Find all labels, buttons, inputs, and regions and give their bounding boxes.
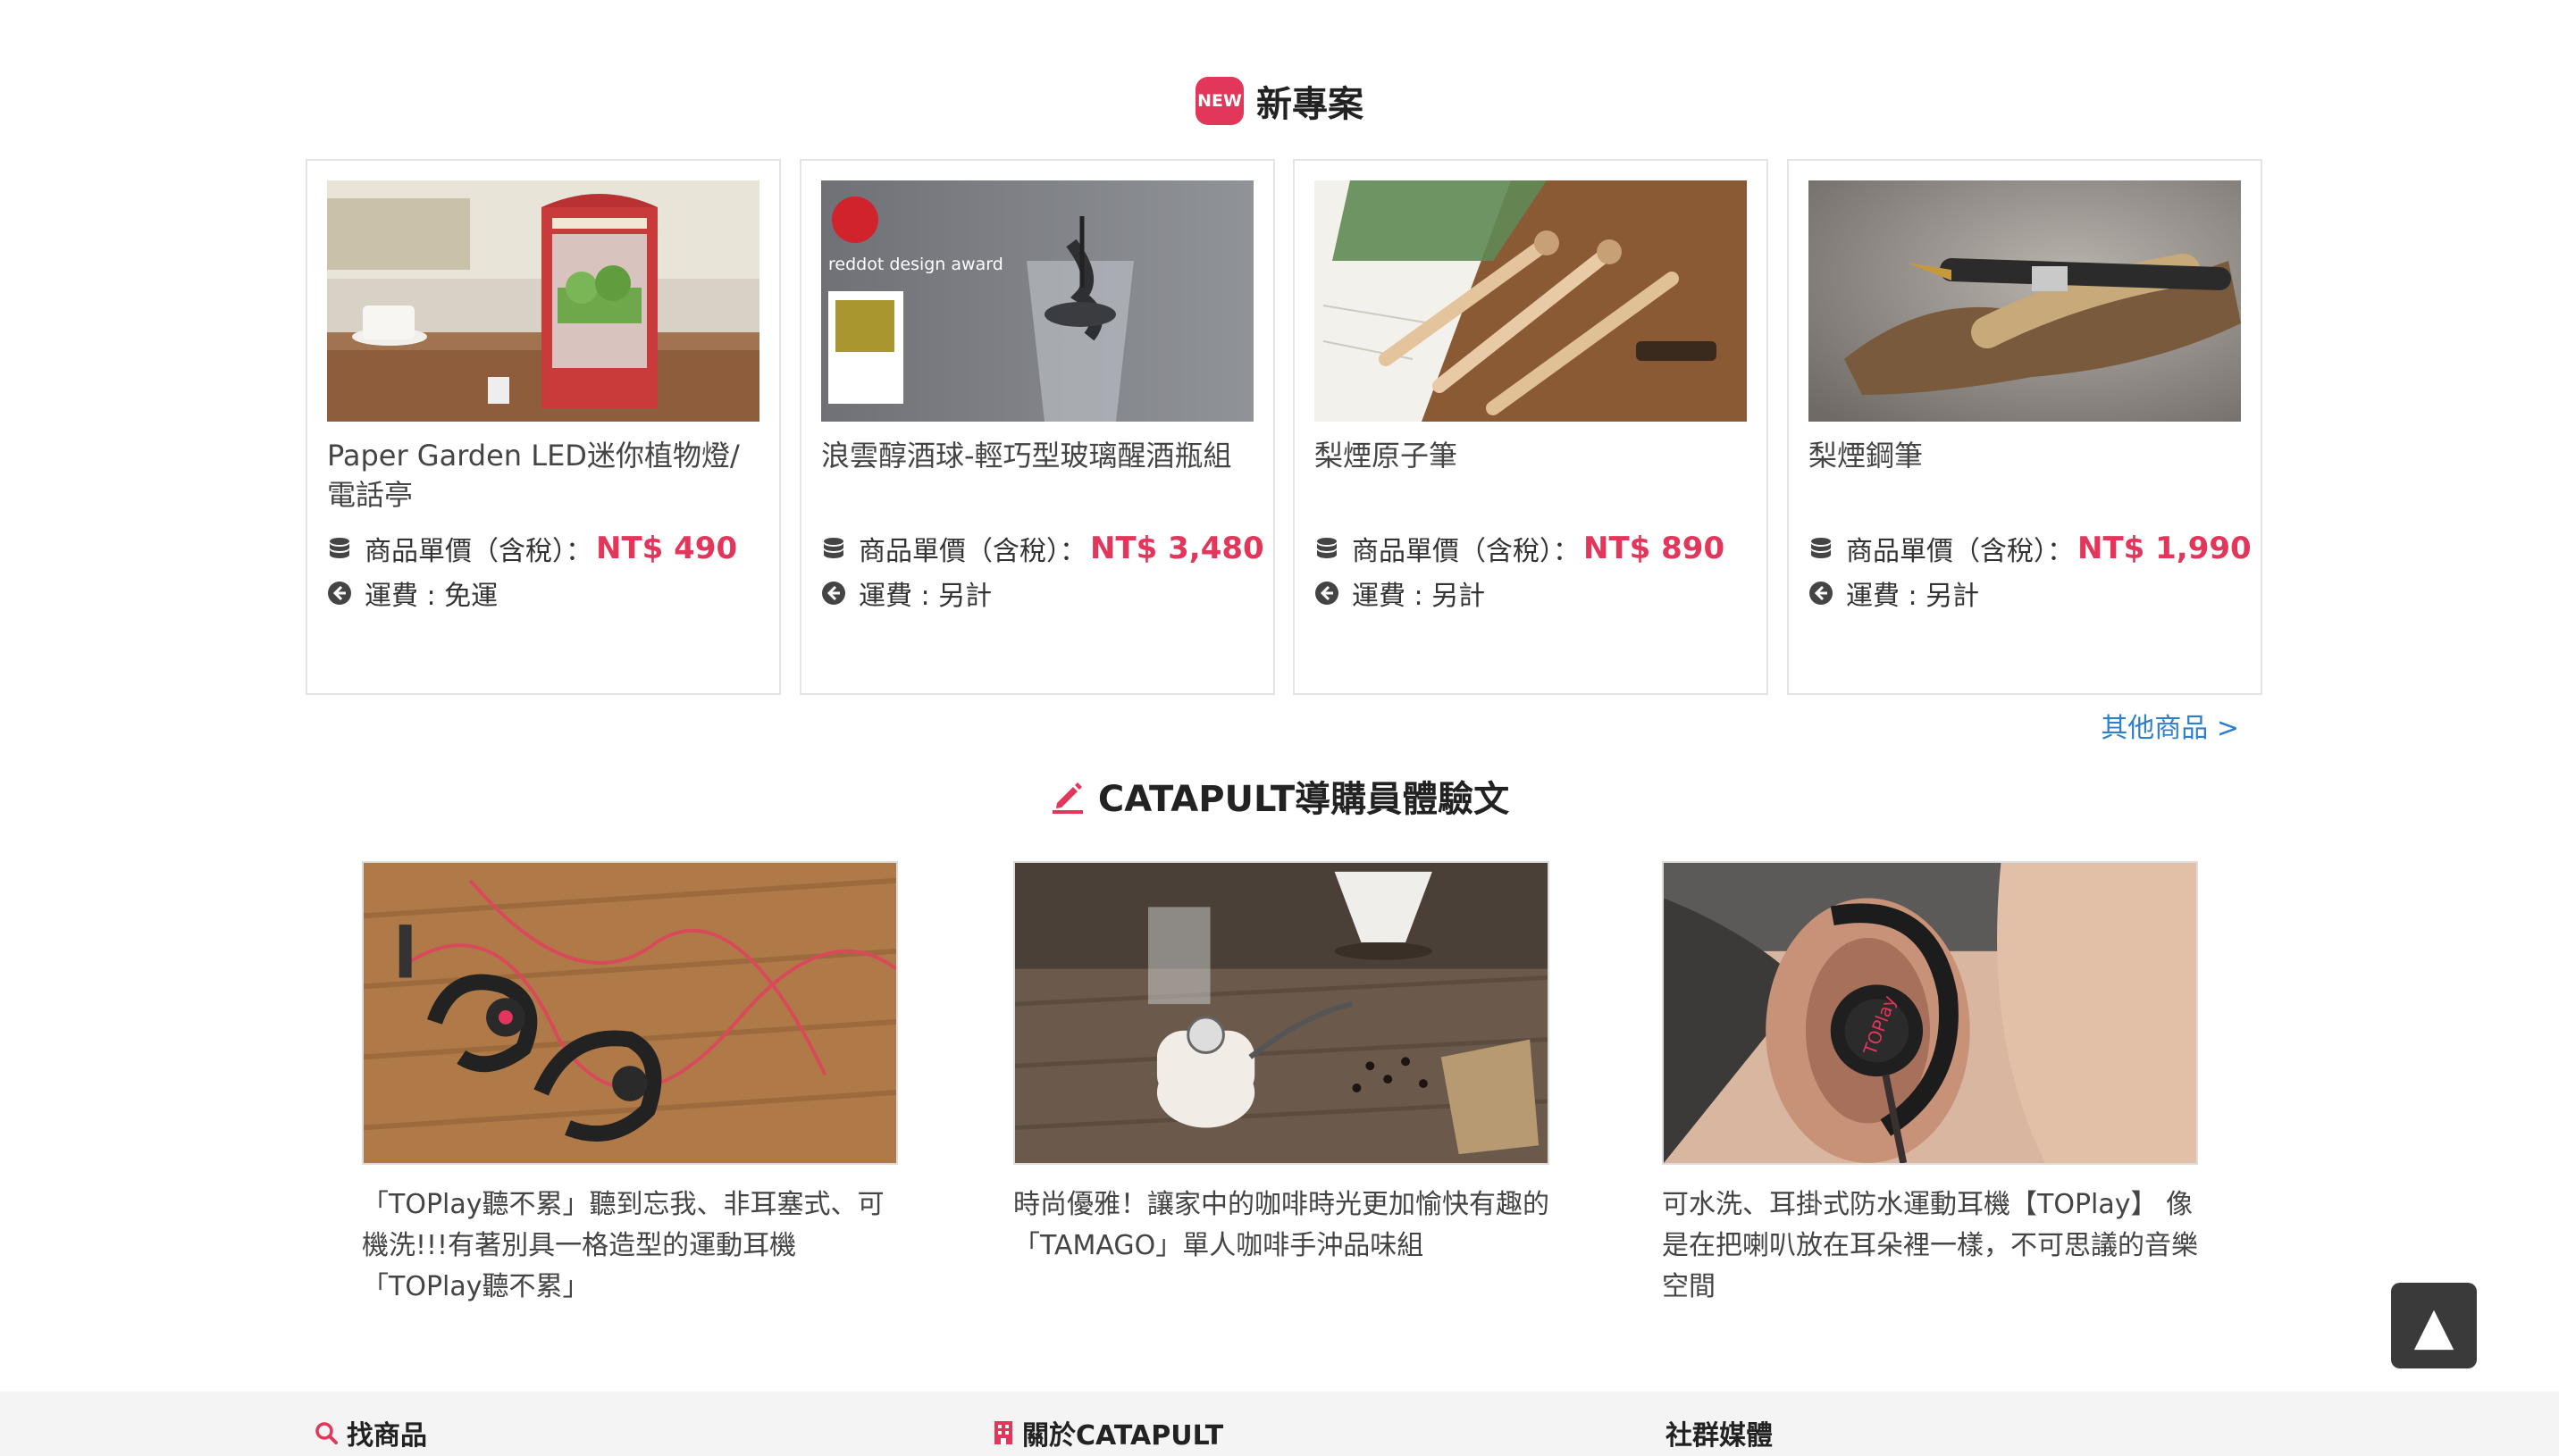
price-row: 商品單價（含稅）： NT$ 490 xyxy=(327,529,737,568)
review-title: CATAPULT導購員體驗文 xyxy=(1097,779,1510,820)
product-image[interactable] xyxy=(1314,180,1747,422)
shipping-row: 運費 : 另計 xyxy=(1314,573,1485,613)
arrow-circle-left-icon xyxy=(1314,581,1339,606)
price-value: NT$ 1,990 xyxy=(2077,531,2252,566)
footer-social-label: 社群媒體 xyxy=(1665,1420,1773,1452)
database-icon xyxy=(1314,536,1339,561)
database-icon xyxy=(821,536,846,561)
shipping-text: 運費 : 另計 xyxy=(859,581,993,612)
price-label: 商品單價（含稅）： xyxy=(859,536,1087,567)
new-projects-title: 新專案 xyxy=(1256,84,1363,125)
price-row: 商品單價（含稅）： NT$ 1,990 xyxy=(1808,529,2252,568)
product-card[interactable]: 梨煙鋼筆 商品單價（含稅）： NT$ 1,990 運費 : 另計 xyxy=(1787,159,2262,695)
new-projects-heading: NEW 新專案 xyxy=(0,70,2559,132)
footer-find-products-label: 找商品 xyxy=(347,1420,427,1452)
footer: 找商品 關於CATAPULT 社群媒體 xyxy=(0,1392,2559,1456)
shipping-row: 運費 : 另計 xyxy=(1808,573,1979,613)
article-card[interactable]: 「TOPlay聽不累」聽到忘我、非耳塞式、可機洗!!!有著別具一格造型的運動耳機… xyxy=(362,861,898,1308)
article-card[interactable]: 時尚優雅！讓家中的咖啡時光更加愉快有趣的「TAMAGO」單人咖啡手沖品味組 xyxy=(1013,861,1549,1267)
article-card[interactable]: TOPlay 可水洗、耳掛式防水運動耳機【TOPlay】 像是在把喇叭放在耳朵裡… xyxy=(1662,861,2198,1308)
product-card[interactable]: Paper Garden LED迷你植物燈/電話亭 商品單價（含稅）： NT$ … xyxy=(306,159,781,695)
database-icon xyxy=(327,536,352,561)
shipping-row: 運費 : 另計 xyxy=(821,573,992,613)
arrow-circle-left-icon xyxy=(821,581,846,606)
product-name[interactable]: 梨煙鋼筆 xyxy=(1808,436,2246,475)
product-image[interactable] xyxy=(1808,180,2241,422)
product-image[interactable] xyxy=(327,180,759,422)
price-row: 商品單價（含稅）： NT$ 3,480 xyxy=(821,529,1264,568)
arrow-circle-left-icon xyxy=(1808,581,1833,606)
price-value: NT$ 490 xyxy=(596,531,738,566)
product-card[interactable]: reddot design award 浪雲醇酒球-輕巧型玻璃醒酒瓶組 商品單價… xyxy=(800,159,1275,695)
search-icon xyxy=(315,1421,338,1444)
price-value: NT$ 3,480 xyxy=(1090,531,1264,566)
shipping-text: 運費 : 免運 xyxy=(365,581,499,612)
article-image[interactable]: TOPlay xyxy=(1662,861,2198,1165)
article-image[interactable] xyxy=(1013,861,1549,1165)
shipping-text: 運費 : 另計 xyxy=(1352,581,1486,612)
article-image[interactable] xyxy=(362,861,898,1165)
back-to-top-button[interactable]: ▲ xyxy=(2391,1283,2477,1368)
pencil-icon xyxy=(1050,778,1086,814)
review-heading: CATAPULT導購員體驗文 xyxy=(0,765,2559,827)
new-badge-icon: NEW xyxy=(1196,77,1244,125)
article-title[interactable]: 時尚優雅！讓家中的咖啡時光更加愉快有趣的「TAMAGO」單人咖啡手沖品味組 xyxy=(1013,1184,1549,1267)
article-title[interactable]: 「TOPlay聽不累」聽到忘我、非耳塞式、可機洗!!!有著別具一格造型的運動耳機… xyxy=(362,1184,898,1308)
footer-find-products[interactable]: 找商品 xyxy=(315,1413,427,1452)
price-label: 商品單價（含稅）： xyxy=(365,536,592,567)
product-card[interactable]: 梨煙原子筆 商品單價（含稅）： NT$ 890 運費 : 另計 xyxy=(1293,159,1768,695)
reddot-award-text: reddot design award xyxy=(828,255,1003,274)
footer-about[interactable]: 關於CATAPULT xyxy=(994,1413,1223,1452)
price-label: 商品單價（含稅）： xyxy=(1352,536,1580,567)
more-products-link[interactable]: 其他商品 > xyxy=(2101,706,2239,745)
price-label: 商品單價（含稅）： xyxy=(1846,536,2074,567)
price-row: 商品單價（含稅）： NT$ 890 xyxy=(1314,529,1724,568)
product-name[interactable]: Paper Garden LED迷你植物燈/電話亭 xyxy=(327,436,765,515)
product-name[interactable]: 梨煙原子筆 xyxy=(1314,436,1752,475)
footer-social[interactable]: 社群媒體 xyxy=(1665,1413,1773,1452)
arrow-circle-left-icon xyxy=(327,581,352,606)
product-name[interactable]: 浪雲醇酒球-輕巧型玻璃醒酒瓶組 xyxy=(821,436,1259,475)
database-icon xyxy=(1808,536,1833,561)
price-value: NT$ 890 xyxy=(1583,531,1725,566)
product-image[interactable]: reddot design award xyxy=(821,180,1254,422)
article-title[interactable]: 可水洗、耳掛式防水運動耳機【TOPlay】 像是在把喇叭放在耳朵裡一樣，不可思議… xyxy=(1662,1184,2198,1308)
building-icon xyxy=(994,1420,1013,1445)
shipping-text: 運費 : 另計 xyxy=(1846,581,1980,612)
footer-about-label: 關於CATAPULT xyxy=(1022,1420,1224,1452)
shipping-row: 運費 : 免運 xyxy=(327,573,498,613)
